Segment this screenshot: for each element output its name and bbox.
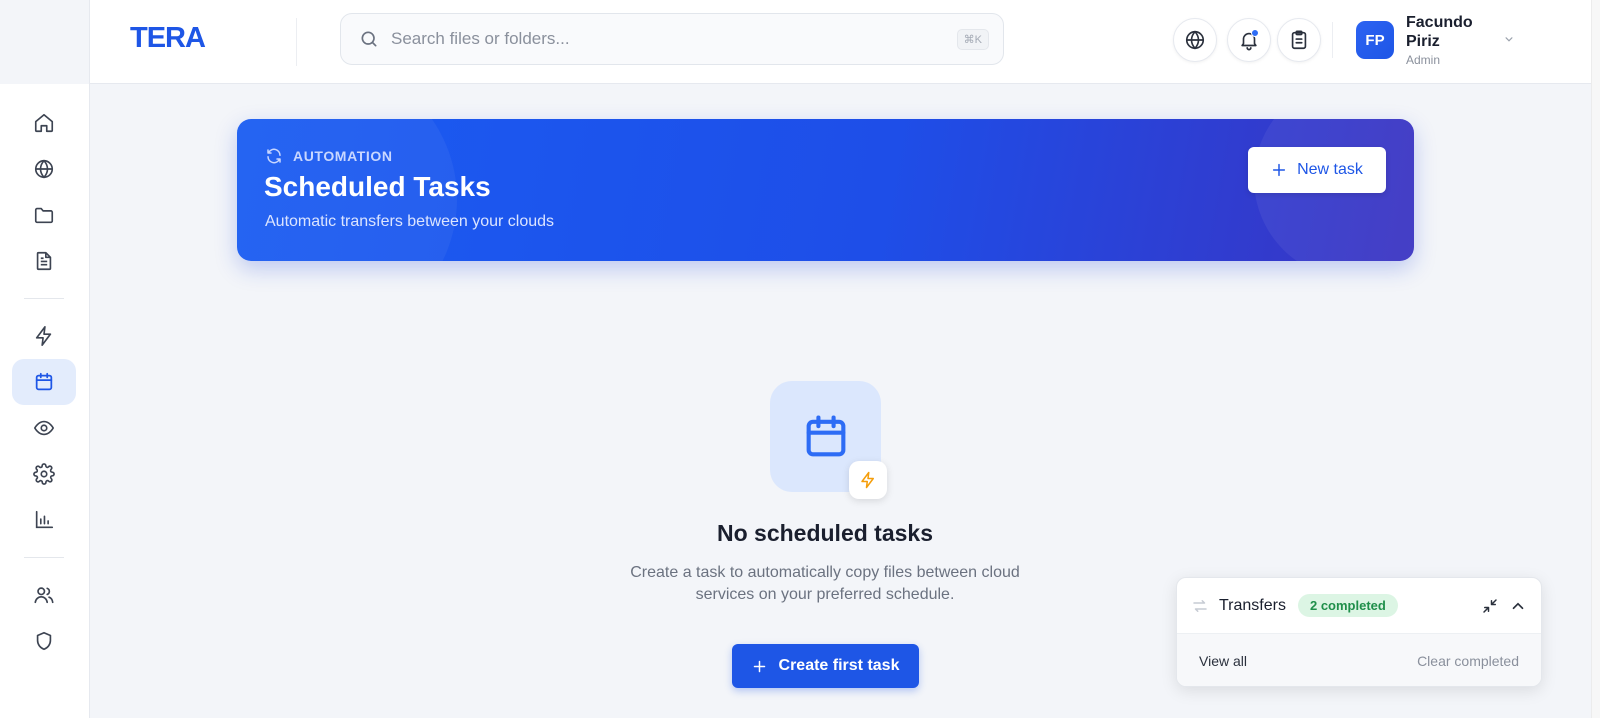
calendar-icon: [35, 372, 53, 391]
sidebar-item-monitor[interactable]: [12, 405, 76, 451]
globe-icon: [1185, 30, 1205, 50]
sidebar-item-analytics[interactable]: [12, 497, 76, 543]
scrollbar[interactable]: [1591, 0, 1600, 718]
sidebar-item-settings[interactable]: [12, 451, 76, 497]
search-input[interactable]: [391, 29, 931, 49]
folder-icon: [34, 207, 54, 224]
empty-state-description-line: services on your preferred schedule.: [695, 586, 955, 603]
empty-state-description-line: Create a task to automatically copy file…: [630, 564, 1020, 581]
sidebar: [0, 0, 90, 718]
transfers-footer: View all Clear completed: [1177, 634, 1541, 686]
bar-chart-icon: [35, 510, 54, 529]
new-task-label: New task: [1297, 161, 1363, 178]
sidebar-item-security[interactable]: [12, 618, 76, 664]
status-badge: 2 completed: [1297, 594, 1398, 617]
topbar-divider: [1332, 22, 1333, 58]
sidebar-divider: [24, 298, 64, 299]
home-icon: [34, 113, 54, 133]
empty-state-badge: [849, 461, 887, 499]
user-info: Facundo Piriz Admin: [1406, 13, 1486, 67]
transfers-panel: Transfers 2 completed View all Clear com…: [1176, 577, 1542, 687]
calendar-icon: [806, 414, 845, 456]
language-button[interactable]: [1173, 18, 1217, 62]
user-name: Facundo Piriz: [1406, 14, 1473, 50]
topbar: TERA ⌘K FP Facundo Piriz Admin: [90, 0, 1591, 84]
refresh-icon: [267, 148, 281, 164]
sidebar-item-automation[interactable]: [12, 313, 76, 359]
app-logo[interactable]: TERA: [130, 22, 206, 55]
sidebar-item-scheduled[interactable]: [12, 359, 76, 405]
tasks-button[interactable]: [1277, 18, 1321, 62]
create-first-task-button[interactable]: Create first task: [732, 644, 919, 688]
section-eyebrow: AUTOMATION: [265, 147, 393, 165]
sidebar-item-globe[interactable]: [12, 146, 76, 192]
sidebar-divider: [24, 557, 64, 558]
notifications-button[interactable]: [1227, 18, 1271, 62]
sidebar-item-files[interactable]: [12, 192, 76, 238]
document-icon: [36, 251, 52, 271]
bolt-icon: [861, 471, 874, 489]
chevron-up-icon[interactable]: [1509, 597, 1527, 615]
topbar-divider: [296, 18, 297, 66]
plus-icon: [1273, 163, 1286, 177]
eye-icon: [33, 420, 55, 436]
sidebar-item-users[interactable]: [12, 572, 76, 618]
shield-icon: [36, 631, 52, 651]
users-icon: [34, 587, 54, 604]
page-title: Scheduled Tasks: [264, 171, 491, 202]
user-role: Admin: [1406, 53, 1441, 67]
chevron-down-icon[interactable]: [1502, 32, 1516, 46]
notification-dot: [1251, 29, 1259, 37]
new-task-button[interactable]: New task: [1248, 147, 1386, 193]
view-all-link[interactable]: View all: [1199, 653, 1247, 669]
search-shortcut: ⌘K: [956, 29, 989, 50]
gear-icon: [33, 463, 55, 485]
page-header-banner: AUTOMATION Scheduled Tasks Automatic tra…: [237, 119, 1414, 261]
empty-state-title: No scheduled tasks: [716, 520, 934, 546]
plus-icon: [753, 660, 765, 672]
sidebar-header: [0, 0, 89, 84]
page-subtitle: Automatic transfers between your clouds: [265, 213, 555, 230]
search-bar[interactable]: ⌘K: [340, 13, 1004, 65]
minimize-icon[interactable]: [1481, 597, 1499, 615]
sidebar-item-documents[interactable]: [12, 238, 76, 284]
empty-state-description: Create a task to automatically copy file…: [560, 562, 1090, 606]
user-menu[interactable]: FP Facundo Piriz Admin: [1356, 12, 1486, 68]
sidebar-item-home[interactable]: [12, 100, 76, 146]
clipboard-icon: [1291, 30, 1307, 50]
avatar: FP: [1356, 21, 1394, 59]
transfer-arrows-icon: [1193, 599, 1207, 612]
bolt-icon: [35, 326, 52, 346]
globe-icon: [34, 159, 54, 179]
search-icon: [361, 31, 377, 47]
transfers-title: Transfers: [1219, 596, 1286, 614]
eyebrow-label: AUTOMATION: [293, 148, 393, 164]
clear-completed-link[interactable]: Clear completed: [1417, 653, 1519, 669]
create-first-task-label: Create first task: [778, 657, 900, 674]
transfers-header[interactable]: Transfers 2 completed: [1177, 578, 1541, 634]
